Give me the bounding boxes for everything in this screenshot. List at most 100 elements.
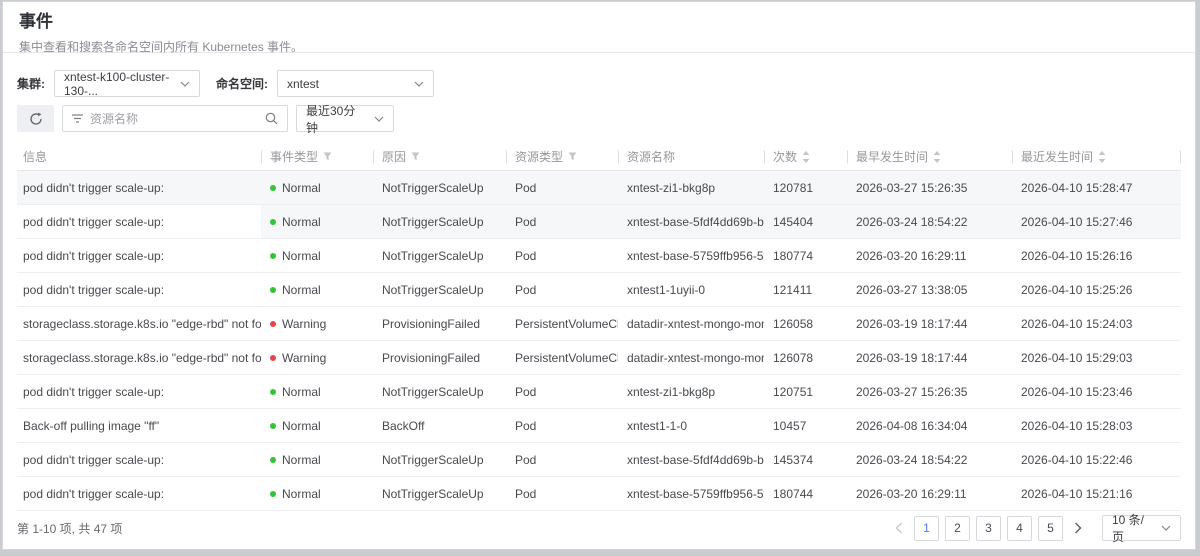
cell-first-seen: 2026-03-19 18:17:44: [847, 341, 1012, 374]
page-subtitle: 集中查看和搜索各命名空间内所有 Kubernetes 事件。: [19, 38, 1179, 55]
column-header[interactable]: 最早发生时间: [847, 143, 1012, 170]
chevron-down-icon: [180, 81, 190, 87]
cell-reason: NotTriggerScaleUp: [373, 477, 506, 510]
column-header[interactable]: 原因: [373, 143, 506, 170]
cell-text: NotTriggerScaleUp: [382, 487, 484, 501]
cell-last-seen: 2026-04-10 15:23:46: [1012, 375, 1181, 408]
cell-text: Back-off pulling image "ff": [23, 419, 159, 433]
table-body: pod didn't trigger scale-up: Normal NotTri…: [17, 171, 1181, 511]
warning-status-dot-icon: [270, 355, 276, 361]
table-row[interactable]: Back-off pulling image "ff"NormalBackOff…: [17, 409, 1181, 443]
table-row[interactable]: storageclass.storage.k8s.io "edge-rbd" n…: [17, 307, 1181, 341]
cell-count: 145374: [764, 443, 847, 476]
cell-text: 2026-04-10 15:23:46: [1021, 385, 1132, 399]
cell-resource-type: Pod: [506, 409, 618, 442]
cell-message: pod didn't trigger scale-up:: [17, 239, 261, 272]
cell-text: storageclass.storage.k8s.io "edge-rbd" n…: [23, 317, 261, 331]
cell-text: Normal: [282, 487, 321, 501]
cell-text: PersistentVolumeClaim: [515, 317, 618, 331]
namespace-select[interactable]: xntest: [277, 70, 434, 97]
next-page-icon[interactable]: [1069, 516, 1087, 540]
filter-row: 集群: xntest-k100-cluster-130-... 命名空间: xn…: [17, 70, 1181, 97]
cell-text: Normal: [282, 385, 321, 399]
search-input[interactable]: [90, 112, 258, 126]
cell-text: Pod: [515, 419, 536, 433]
prev-page-icon[interactable]: [890, 516, 908, 540]
page-header: 事件 集中查看和搜索各命名空间内所有 Kubernetes 事件。: [3, 2, 1195, 53]
page-size-select[interactable]: 10 条/页: [1102, 515, 1181, 541]
cell-resource-type: Pod: [506, 171, 618, 204]
sort-icon: [1098, 151, 1106, 163]
cell-text: 2026-04-08 16:34:04: [856, 419, 967, 433]
column-header[interactable]: 资源类型: [506, 143, 618, 170]
cell-message: pod didn't trigger scale-up:: [17, 443, 261, 476]
cell-count: 145404: [764, 205, 847, 238]
cell-text: 2026-04-10 15:26:16: [1021, 249, 1132, 263]
cell-last-seen: 2026-04-10 15:22:46: [1012, 443, 1181, 476]
cell-last-seen: 2026-04-10 15:26:16: [1012, 239, 1181, 272]
cell-resource-name: xntest-base-5fdf4dd69b-b6q2p: [618, 443, 764, 476]
table-row[interactable]: pod didn't trigger scale-up:NormalNotTri…: [17, 273, 1181, 307]
cell-text: xntest-base-5fdf4dd69b-b6q2p: [627, 215, 764, 229]
cell-first-seen: 2026-03-27 15:26:35: [847, 375, 1012, 408]
cell-last-seen: 2026-04-10 15:24:03: [1012, 307, 1181, 340]
page-button-5[interactable]: 5: [1038, 516, 1063, 541]
page-button-2[interactable]: 2: [945, 516, 970, 541]
toolbar-row: 最近30分钟: [17, 105, 1181, 132]
column-header: 资源名称: [618, 143, 764, 170]
cell-resource-type: Pod: [506, 273, 618, 306]
table-row[interactable]: pod didn't trigger scale-up:NormalNotTri…: [17, 375, 1181, 409]
cell-resource-type: PersistentVolumeClaim: [506, 307, 618, 340]
cell-text: 2026-03-27 15:26:35: [856, 385, 967, 399]
cluster-select[interactable]: xntest-k100-cluster-130-...: [54, 70, 200, 97]
table-row[interactable]: pod didn't trigger scale-up:NormalNotTri…: [17, 171, 1181, 205]
page-button-3[interactable]: 3: [976, 516, 1001, 541]
cell-text: Normal: [282, 283, 321, 297]
table-row[interactable]: pod didn't trigger scale-up:NormalNotTri…: [17, 477, 1181, 511]
cell-resource-type: Pod: [506, 239, 618, 272]
cell-text: datadir-xntest-mongo-mong...: [627, 351, 764, 365]
table-row[interactable]: pod didn't trigger scale-up:NormalNotTri…: [17, 239, 1181, 273]
table-header-row: 信息事件类型原因资源类型资源名称次数最早发生时间最近发生时间: [17, 143, 1181, 171]
cell-reason: BackOff: [373, 409, 506, 442]
time-range-value: 最近30分钟: [306, 102, 366, 136]
page-button-1[interactable]: 1: [914, 516, 939, 541]
cell-text: 180744: [773, 487, 813, 501]
cell-resource-name: xntest-zi1-bkg8p: [618, 375, 764, 408]
search-icon[interactable]: [265, 112, 278, 125]
cell-count: 121411: [764, 273, 847, 306]
column-header[interactable]: 最近发生时间: [1012, 143, 1181, 170]
column-header-label: 最早发生时间: [856, 148, 928, 165]
table-row[interactable]: storageclass.storage.k8s.io "edge-rbd" n…: [17, 341, 1181, 375]
table-row[interactable]: pod didn't trigger scale-up:NormalNotTri…: [17, 443, 1181, 477]
page-button-4[interactable]: 4: [1007, 516, 1032, 541]
column-header[interactable]: 事件类型: [261, 143, 373, 170]
filter-funnel-icon: [411, 152, 420, 161]
cell-resource-type: Pod: [506, 443, 618, 476]
column-header-label: 资源类型: [515, 148, 563, 165]
cell-message: pod didn't trigger scale-up:: [17, 205, 261, 238]
cell-first-seen: 2026-03-27 15:26:35: [847, 171, 1012, 204]
cell-text: 2026-04-10 15:28:03: [1021, 419, 1132, 433]
refresh-button[interactable]: [17, 105, 54, 132]
cell-text: 2026-04-10 15:22:46: [1021, 453, 1132, 467]
table-row[interactable]: pod didn't trigger scale-up:NormalNotTri…: [17, 205, 1181, 239]
cell-text: pod didn't trigger scale-up:: [23, 385, 164, 399]
cell-reason: NotTriggerScaleUp: [373, 239, 506, 272]
cell-type: Warning: [261, 341, 373, 374]
cell-text: 180774: [773, 249, 813, 263]
cell-type: Normal: [261, 375, 373, 408]
cell-text: 10457: [773, 419, 806, 433]
sort-icon: [802, 151, 810, 163]
cell-text: pod didn't trigger scale-up:: [23, 283, 164, 297]
normal-status-dot-icon: [270, 423, 276, 429]
column-header[interactable]: 次数: [764, 143, 847, 170]
refresh-icon: [29, 112, 43, 126]
cell-type: Normal: [261, 273, 373, 306]
cell-resource-name: xntest-base-5759ffb956-5fpfv: [618, 477, 764, 510]
cell-first-seen: 2026-03-20 16:29:11: [847, 239, 1012, 272]
events-page: 事件 集中查看和搜索各命名空间内所有 Kubernetes 事件。 集群: xn…: [2, 1, 1196, 550]
time-range-select[interactable]: 最近30分钟: [296, 105, 394, 132]
cell-message: pod didn't trigger scale-up:: [17, 171, 261, 204]
cell-text: datadir-xntest-mongo-mong...: [627, 317, 764, 331]
